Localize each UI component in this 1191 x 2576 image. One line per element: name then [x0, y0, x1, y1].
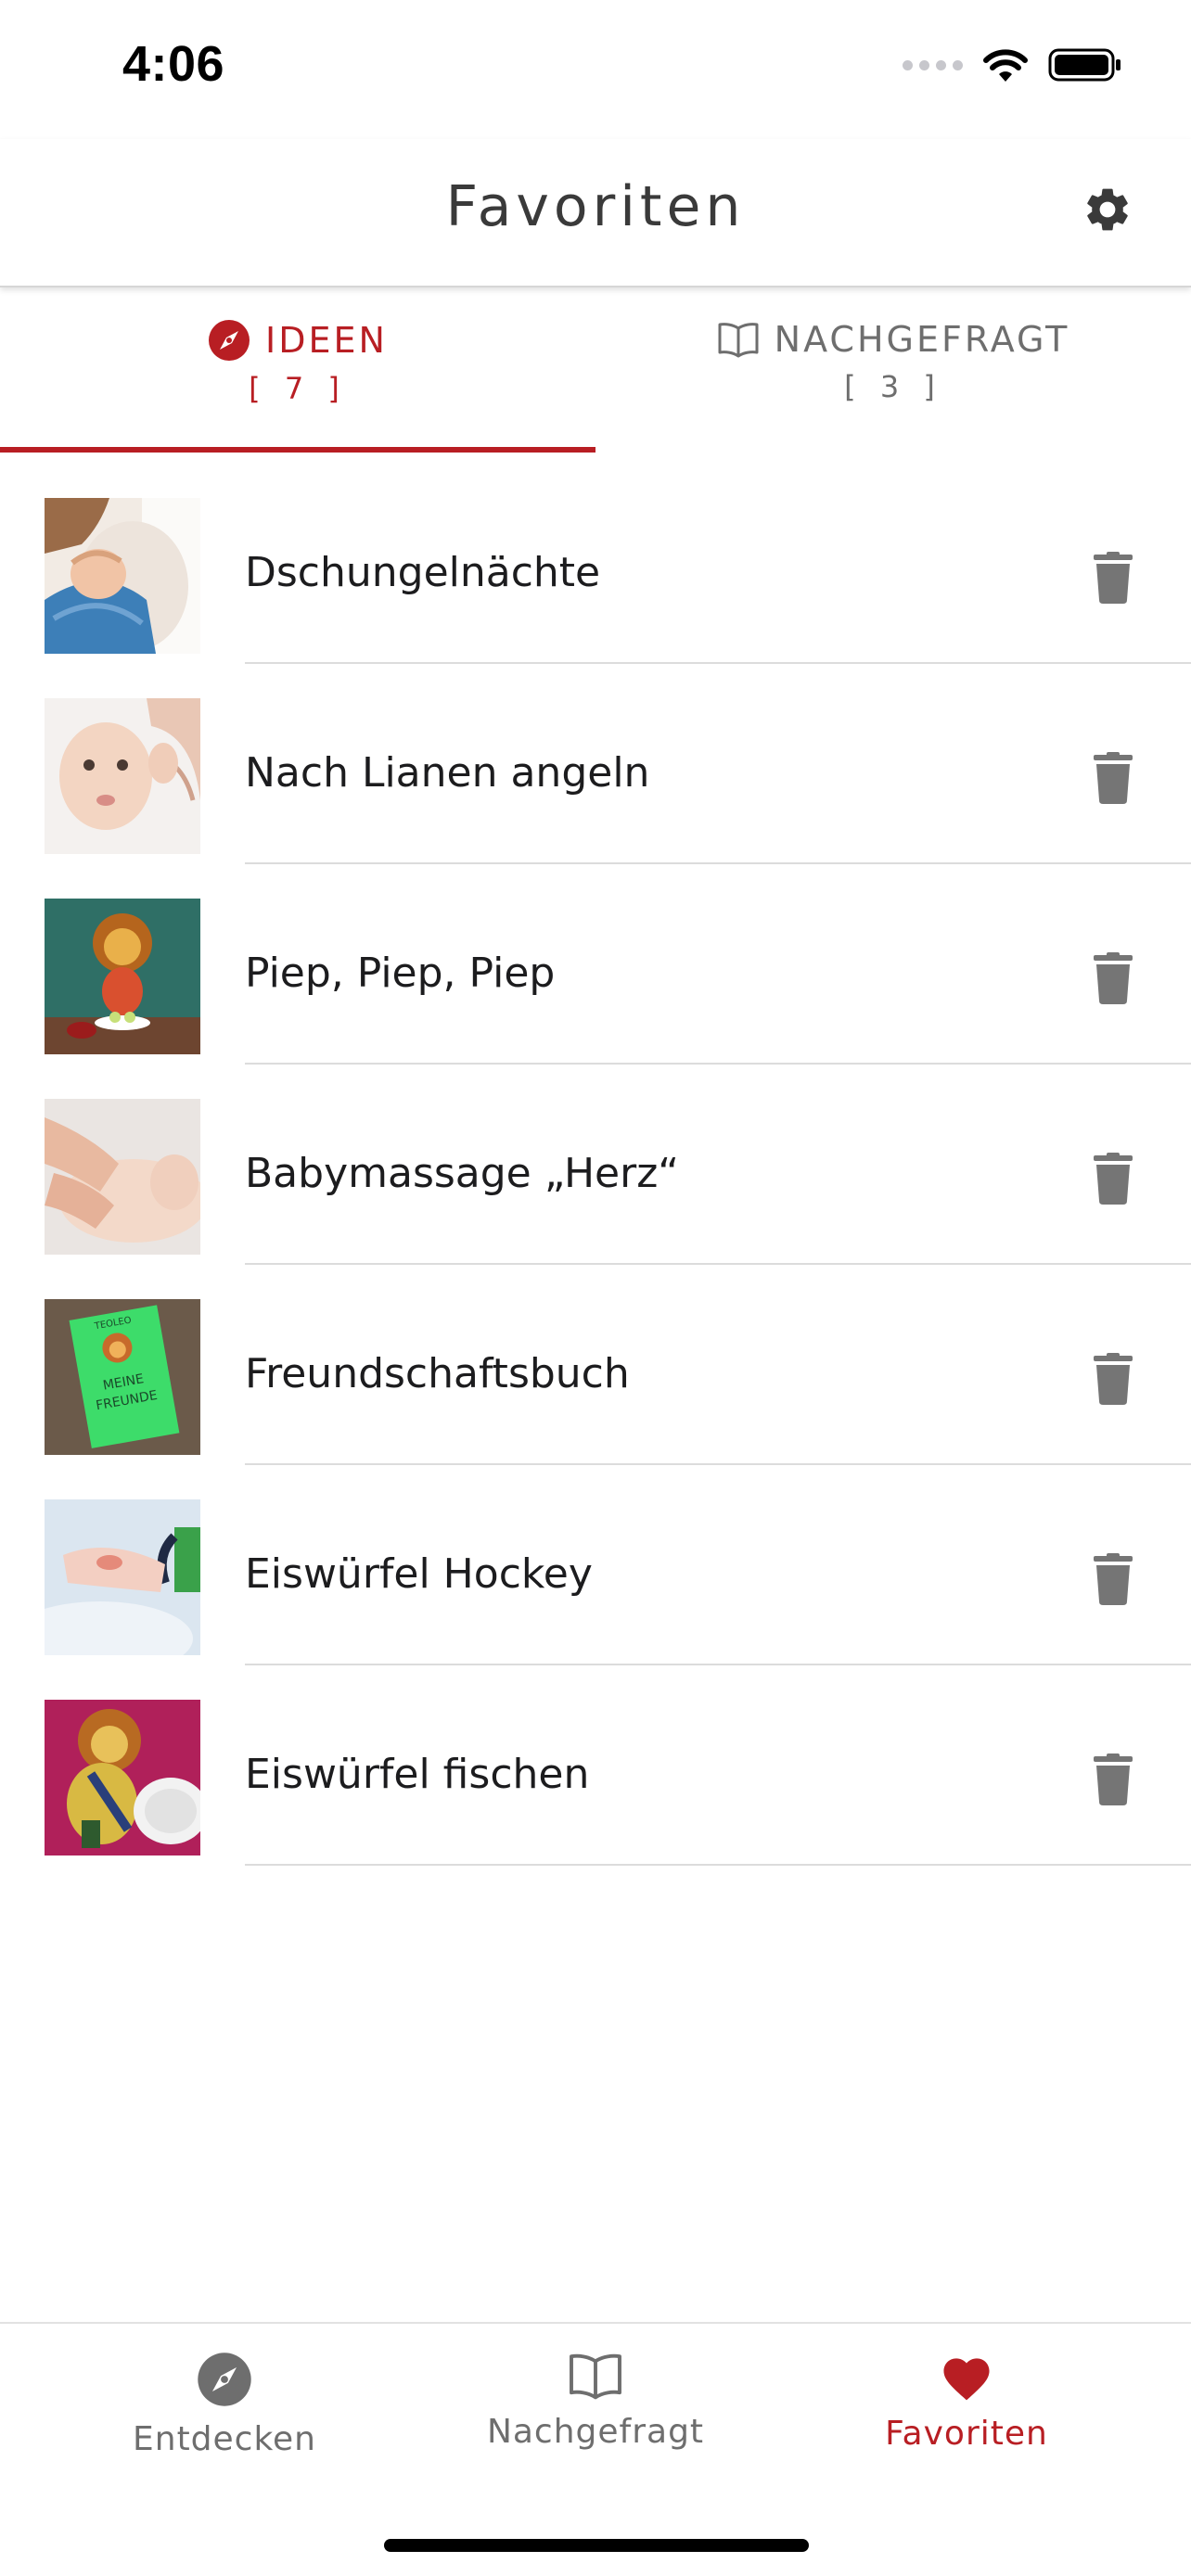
delete-button[interactable]: [1085, 750, 1141, 806]
trash-icon: [1094, 1753, 1133, 1805]
battery-icon: [1048, 48, 1121, 82]
tab-nachgefragt[interactable]: NACHGEFRAGT [ 3 ]: [596, 289, 1191, 454]
list-item[interactable]: Dschungelnächte: [0, 464, 1191, 664]
item-title: Nach Lianen angeln: [245, 749, 650, 797]
thumbnail-image: TEOLEO MEINE FREUNDE: [45, 1299, 200, 1455]
tabbar-label: Nachgefragt: [486, 2413, 705, 2451]
thumbnail-image: [45, 498, 200, 654]
trash-icon: [1094, 752, 1133, 804]
tabbar-item-entdecken[interactable]: Entdecken: [26, 2352, 423, 2458]
tab-ideen-label: IDEEN: [265, 320, 388, 361]
trash-icon: [1094, 552, 1133, 604]
active-tab-indicator: [0, 447, 596, 453]
thumbnail-image: [45, 698, 200, 854]
list-item[interactable]: Babymassage „Herz“: [0, 1065, 1191, 1265]
segment-tabs: IDEEN [ 7 ] NACHGEFRAGT [ 3 ]: [0, 289, 1191, 454]
book-open-icon: [718, 323, 759, 358]
thumbnail-image: [45, 1499, 200, 1655]
list-item[interactable]: Piep, Piep, Piep: [0, 864, 1191, 1065]
trash-icon: [1094, 1353, 1133, 1405]
item-title: Babymassage „Herz“: [245, 1150, 680, 1197]
wifi-icon: [983, 49, 1028, 82]
item-title: Freundschaftsbuch: [245, 1350, 630, 1397]
item-title: Eiswürfel fischen: [245, 1751, 590, 1798]
thumbnail-image: [45, 1099, 200, 1255]
tabbar-label: Favoriten: [885, 2415, 1048, 2453]
delete-button[interactable]: [1085, 950, 1141, 1006]
book-open-icon: [570, 2353, 621, 2400]
status-time: 4:06: [122, 36, 225, 92]
tab-ideen[interactable]: IDEEN [ 7 ]: [0, 289, 596, 454]
delete-button[interactable]: [1085, 1752, 1141, 1807]
tab-ideen-count: [ 7 ]: [249, 371, 347, 406]
favorites-list: Dschungelnächte Nach Lianen angeln Piep,…: [0, 464, 1191, 1866]
tab-nachgefragt-count: [ 3 ]: [844, 369, 942, 404]
trash-icon: [1094, 1553, 1133, 1605]
home-indicator: [384, 2539, 809, 2552]
item-title: Piep, Piep, Piep: [245, 950, 556, 997]
list-item[interactable]: Nach Lianen angeln: [0, 664, 1191, 864]
settings-button[interactable]: [1080, 182, 1135, 237]
thumbnail-image: [45, 899, 200, 1054]
delete-button[interactable]: [1085, 1551, 1141, 1607]
status-bar: 4:06: [0, 0, 1191, 139]
heart-icon: [943, 2358, 990, 2401]
item-title: Eiswürfel Hockey: [245, 1550, 593, 1598]
trash-icon: [1094, 952, 1133, 1004]
tab-nachgefragt-label: NACHGEFRAGT: [774, 319, 1070, 360]
divider: [245, 1864, 1191, 1866]
page-title: Favoriten: [445, 174, 746, 239]
bottom-tab-bar: Entdecken Nachgefragt Favoriten: [0, 2322, 1191, 2576]
delete-button[interactable]: [1085, 1151, 1141, 1206]
item-title: Dschungelnächte: [245, 549, 601, 596]
delete-button[interactable]: [1085, 1351, 1141, 1407]
thumbnail-image: [45, 1700, 200, 1855]
status-icons: [903, 46, 1122, 83]
tabbar-item-favoriten[interactable]: Favoriten: [768, 2352, 1165, 2453]
list-item[interactable]: Eiswürfel Hockey: [0, 1465, 1191, 1665]
compass-icon: [209, 320, 250, 361]
tabbar-item-nachgefragt[interactable]: Nachgefragt: [397, 2352, 794, 2451]
delete-button[interactable]: [1085, 550, 1141, 606]
compass-icon: [198, 2353, 251, 2406]
navigation-header: Favoriten: [0, 139, 1191, 287]
list-item[interactable]: TEOLEO MEINE FREUNDE Freundschaftsbuch: [0, 1265, 1191, 1465]
gear-icon: [1087, 188, 1128, 231]
tabbar-label: Entdecken: [133, 2420, 316, 2458]
trash-icon: [1094, 1153, 1133, 1205]
list-item[interactable]: Eiswürfel fischen: [0, 1665, 1191, 1866]
cellular-signal-icon: [903, 59, 963, 70]
